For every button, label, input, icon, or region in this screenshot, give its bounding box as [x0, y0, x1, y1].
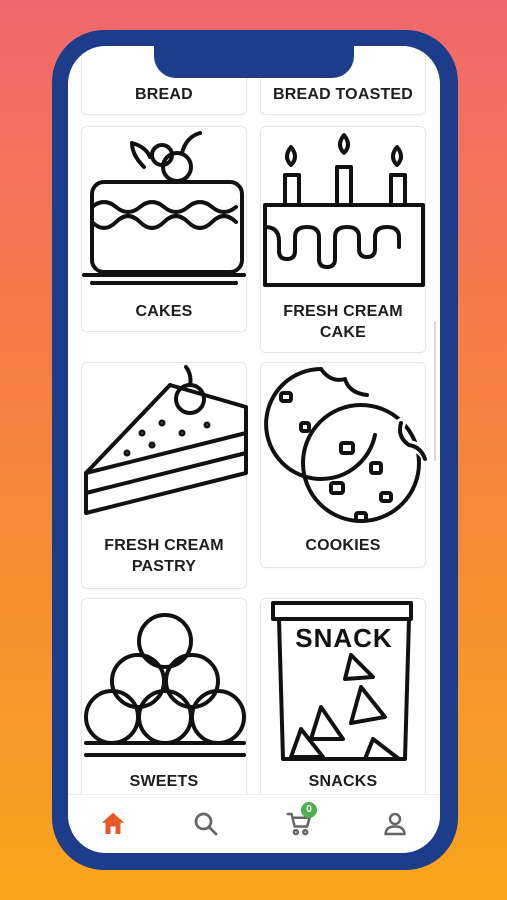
bottom-navigation: 0: [68, 794, 440, 853]
pastry-icon: [84, 365, 248, 515]
sweets-icon: [84, 613, 246, 757]
scrollbar[interactable]: [434, 321, 436, 461]
snack-bag-text: SNACK: [295, 623, 393, 653]
person-icon: [384, 812, 406, 836]
app-screen: BREAD BREAD TOASTED CAKES FRESH CREAM CA…: [68, 46, 440, 853]
cake-icon: [82, 131, 246, 285]
cookies-icon: [264, 367, 427, 523]
category-label: FRESH CREAM CAKE: [283, 303, 403, 341]
category-label: SWEETS: [129, 773, 199, 790]
category-label: BREAD: [135, 86, 193, 103]
category-card-cookies[interactable]: COOKIES: [260, 362, 427, 568]
nav-search[interactable]: [191, 809, 221, 839]
category-label: BREAD TOASTED: [272, 86, 414, 103]
category-card-fresh-cream-cake[interactable]: FRESH CREAM CAKE: [260, 126, 426, 353]
category-label: CAKES: [135, 303, 193, 320]
phone-notch: [154, 46, 354, 78]
nav-account[interactable]: [380, 809, 410, 839]
nav-home[interactable]: [98, 809, 128, 839]
cart-count-badge: 0: [301, 802, 317, 818]
category-label: COOKIES: [305, 537, 381, 554]
home-icon: [101, 812, 125, 834]
category-label: FRESH CREAM PASTRY: [104, 537, 224, 575]
category-label: SNACKS: [308, 773, 378, 790]
category-card-fresh-cream-pastry[interactable]: FRESH CREAM PASTRY: [81, 362, 248, 589]
category-grid: BREAD BREAD TOASTED CAKES FRESH CREAM CA…: [68, 46, 440, 804]
category-card-sweets[interactable]: SWEETS: [81, 598, 247, 804]
search-icon: [194, 812, 218, 836]
birthday-cake-icon: [263, 133, 425, 287]
category-card-snacks[interactable]: SNACK SNACKS: [260, 598, 426, 804]
category-card-cakes[interactable]: CAKES: [81, 126, 247, 332]
